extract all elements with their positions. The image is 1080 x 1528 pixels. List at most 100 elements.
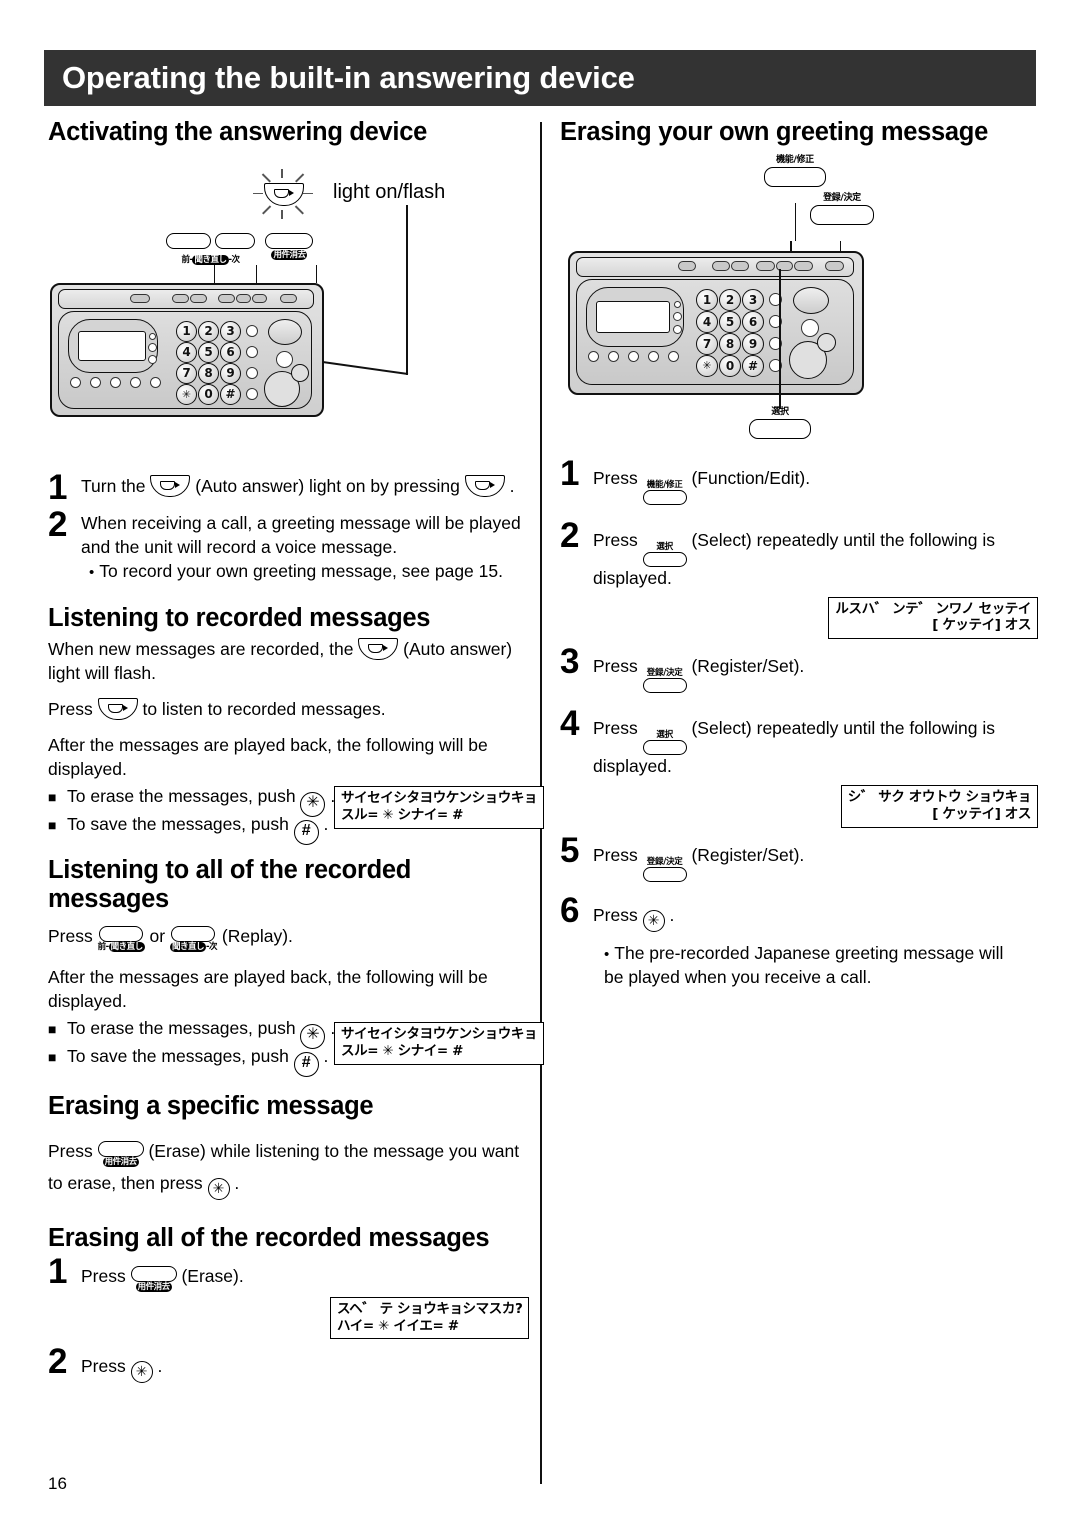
page-title: Operating the built-in answering device [62,60,635,95]
step-text-post: . [504,475,515,496]
step-erase-all-2: 2 Press ✳ . [48,1341,162,1383]
lcd-row: シ゛ サク オウトウ ショウキョ [ ケッテイ] オス [560,785,1038,828]
function-key [110,376,121,388]
erase-all-steps-group: 1 Press 用件消去 (Erase). スヘ゛ テ ショウキョシマスカ? ハ… [48,1251,530,1383]
step-number: 6 [560,890,580,930]
auto-answer-key-icon [150,474,191,497]
step-number: 1 [48,1251,68,1291]
function-key [608,350,619,362]
side-key [246,324,258,337]
panel-tab-key [130,293,150,303]
function-key [90,376,101,388]
softkey-erase-label: 用件消去 [271,249,308,260]
keypad-key: 7 [176,362,197,384]
key-label-inv: 聞き直し [108,942,145,953]
text-fragment: Press [593,904,643,925]
callout-leader [779,268,781,409]
lcd-line-1: サイセイシタヨウケンショウキョ [341,1026,538,1043]
auto-answer-key-icon [264,182,304,206]
lcd-line-1: シ゛ サク オウトウ ショウキョ [847,789,1032,806]
key-label-inv: 聞き直し [169,942,206,953]
keypad-key: 3 [220,320,241,342]
keypad-key: 4 [176,341,197,363]
callout-leader [214,264,215,283]
fax-display-screen [596,300,670,333]
text-fragment: (Erase). [176,1265,244,1286]
lcd-display-own-greeting-erase: シ゛ サク オウトウ ショウキョ [ ケッテイ] オス [840,785,1038,828]
step-number: 2 [48,1341,68,1381]
text-fragment: Press [593,718,643,739]
panel-tab-key [280,293,297,303]
panel-tab-key [236,293,251,303]
text-fragment: Press [593,467,643,488]
keypad-key: 8 [198,362,219,384]
section-heading-erase-greeting: Erasing your own greeting message [560,118,988,146]
step-erase-greeting-4: 4 Press 選択 (Select) repeatedly until the… [560,706,1038,779]
text-fragment: To save the messages, push [67,1046,294,1067]
panel-tab-key-function [756,260,775,271]
step-text: Press 登録/決定 (Register/Set). [593,655,1038,694]
keypad-key: 6 [220,341,241,363]
auto-answer-key-icon [97,698,138,721]
text-fragment: Press [48,926,98,947]
key-label-prefix: 前- [97,942,110,953]
text-fragment: Press [593,529,643,550]
auto-answer-button [793,286,829,314]
keypad-key: 5 [719,310,741,333]
callout-leader [406,204,408,375]
keypad-key: 1 [176,320,197,342]
lcd-line-1: スヘ゛ テ ショウキョシマスカ? [337,1300,523,1317]
select-key-icon: 選択 [642,541,687,567]
auto-answer-key-icon [464,474,505,497]
step-text: Press 選択 (Select) repeatedly until the f… [593,717,1038,779]
step-erase-greeting-1: 1 Press 機能/修正 (Function/Edit). [560,455,1038,505]
text-fragment: (Register/Set). [686,844,805,865]
step-number: 1 [48,467,68,507]
text-fragment: Press [593,844,643,865]
function-key [588,350,599,362]
text-fragment: To erase the messages, push [67,786,301,807]
keypad-key: 2 [198,320,219,342]
keypad-key: 6 [742,310,764,333]
keypad-key: 8 [719,332,741,355]
lcd-line-2: スル= ✳ シナイ= # [341,1043,464,1060]
keypad-key: 3 [742,288,764,311]
step-text-mid: (Auto answer) light on by pressing [190,475,465,496]
softkey-labels-group: 前- 聞き直し -次 用件消去 [166,232,314,267]
panel-tab-key [678,260,696,271]
step-text: Press 用件消去 (Erase). [81,1265,244,1292]
function-key [70,376,81,388]
key-label-suffix: -次 [205,942,218,953]
keypad-key: 9 [220,362,241,384]
key-label-above: 選択 [656,541,673,552]
save-option: To save the messages, push # . [48,812,328,846]
register-set-key-icon: 登録/決定 [642,857,687,882]
star-key-icon: ✳ [130,1360,153,1383]
status-led [148,342,157,352]
page-number: 16 [48,1474,67,1493]
key-label-inv: 用件消去 [102,1156,139,1167]
fax-display-screen [78,330,146,361]
listening-paragraph-1: When new messages are recorded, the (Aut… [48,638,528,686]
text-fragment: (Function/Edit). [686,467,811,488]
text-fragment: To save the messages, push [67,814,294,835]
function-key [150,376,161,388]
round-key [276,350,293,368]
step-number: 2 [560,515,580,555]
keypad-key: # [742,354,764,377]
softkey-next-label: -次 [228,254,241,265]
panel-tab-key [712,260,730,271]
auto-answer-key-icon [358,638,399,661]
step-number: 5 [560,830,580,870]
lcd-display-erase-all-confirm: スヘ゛ テ ショウキョシマスカ? ハイ= ✳ イイエ= # [330,1296,530,1340]
register-key-label: 登録/決定 [823,192,861,203]
section-heading-activating: Activating the answering device [48,118,427,146]
text-fragment: Press [593,656,643,677]
illustration-activating: light on/flash 前- 聞き直し -次 用件消去 1 2 3 4 5… [48,161,528,471]
step-number: 3 [560,642,580,682]
keypad-key: ✳ [696,354,718,377]
function-key [130,376,141,388]
keypad-key: 4 [696,310,718,333]
status-led [149,332,156,340]
step-text: Press 登録/決定 (Register/Set). [593,844,1038,882]
